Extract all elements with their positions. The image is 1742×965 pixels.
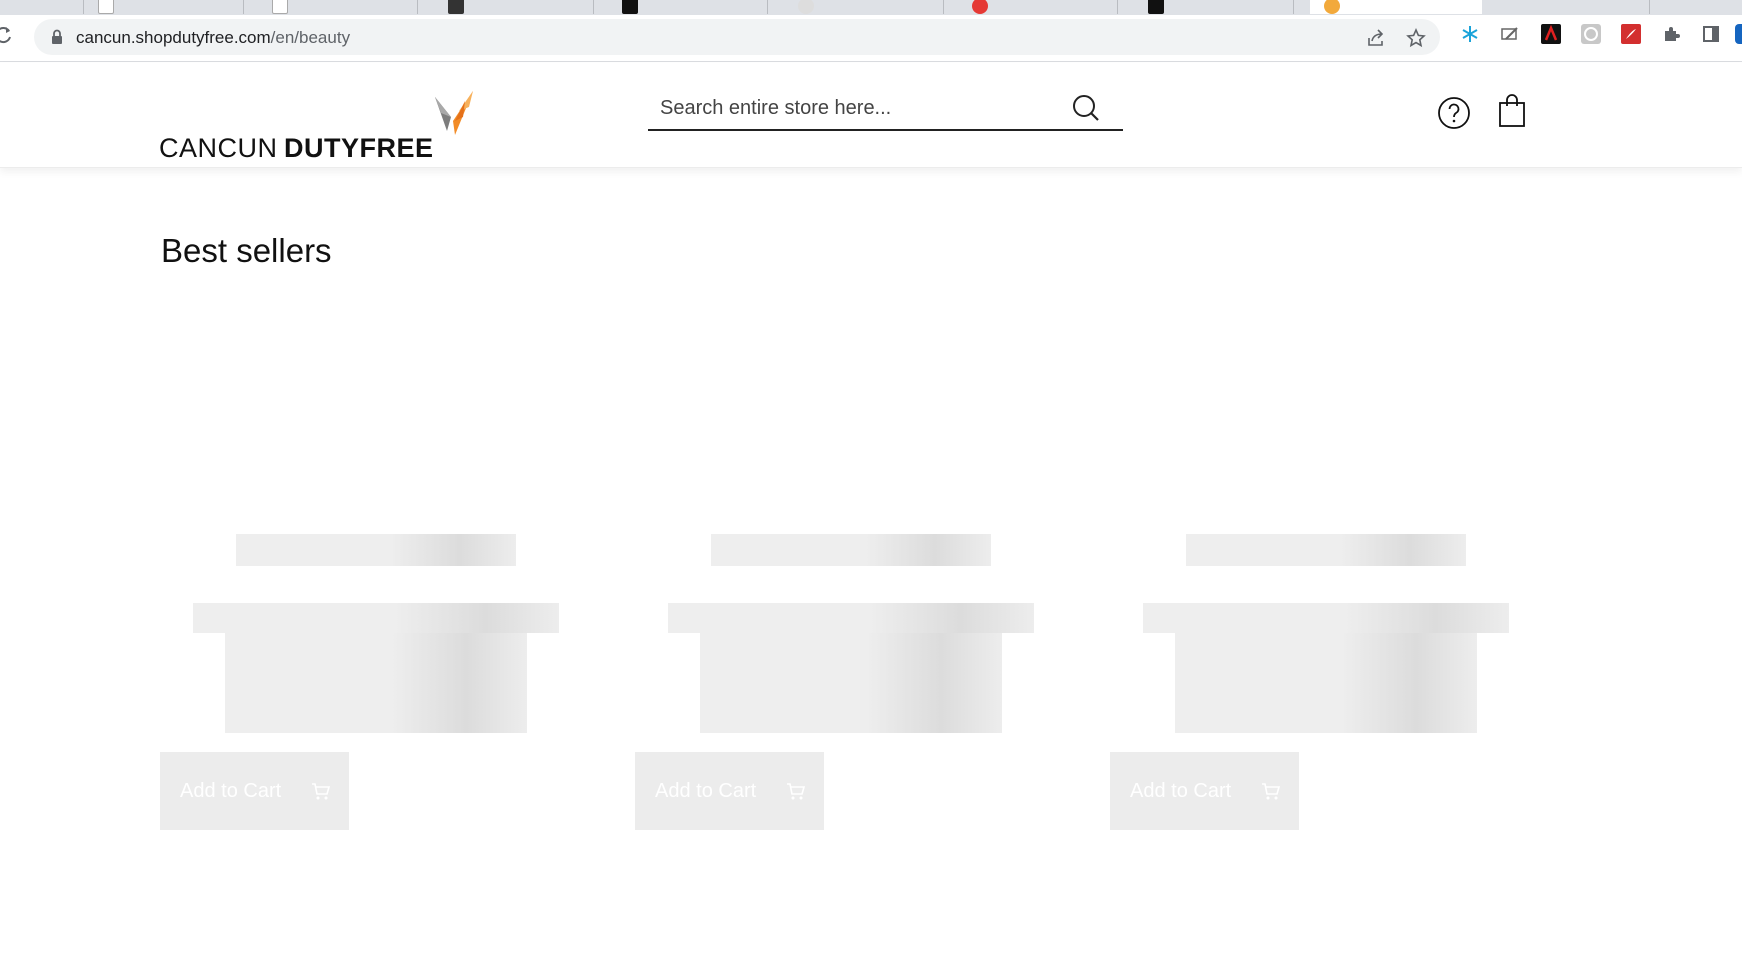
extension-snowflake-icon[interactable] [1460,24,1480,44]
browser-tab[interactable] [784,0,944,14]
browser-tab[interactable] [608,0,768,14]
reload-icon[interactable] [0,25,14,45]
extension-pdf-icon[interactable] [1621,24,1641,44]
extension-adobe-icon[interactable] [1541,24,1561,44]
tab-favicon [1324,0,1340,14]
browser-tab[interactable] [958,0,1118,14]
skeleton-line [711,534,991,566]
product-card-loading: Add to Cart [635,530,1034,830]
search-input[interactable] [660,93,1060,123]
cart-icon [311,781,331,801]
butterfly-logo-icon [433,91,475,137]
tab-favicon [98,0,114,14]
product-card-loading: Add to Cart [160,530,559,830]
lock-icon[interactable] [48,28,66,46]
tab-favicon [798,0,814,14]
profile-avatar[interactable] [1733,24,1742,44]
product-card-loading: Add to Cart [1110,530,1509,830]
browser-tab[interactable] [0,0,84,14]
search-icon[interactable] [1071,93,1101,123]
browser-tab-active[interactable] [1310,0,1482,14]
shopping-bag-icon[interactable] [1497,94,1527,128]
browser-tab[interactable] [434,0,594,14]
site-logo[interactable]: CANCUN DUTYFREE [159,91,479,162]
tab-favicon [272,0,288,14]
add-to-cart-label: Add to Cart [655,779,757,802]
browser-tab[interactable] [1134,0,1294,14]
extension-pen-icon[interactable] [1500,24,1520,44]
tab-favicon [1148,0,1164,14]
search-bar [648,87,1123,131]
add-to-cart-button[interactable]: Add to Cart [635,752,824,830]
help-icon[interactable] [1437,96,1471,130]
share-icon[interactable] [1366,28,1386,48]
browser-tab[interactable] [258,0,418,14]
address-bar[interactable]: cancun.shopdutyfree.com/en/beauty [34,19,1440,55]
logo-text-bold: DUTYFREE [284,133,434,163]
browser-tab[interactable] [1490,0,1650,14]
skeleton-line [1143,603,1509,633]
browser-tab-strip [0,0,1742,15]
add-to-cart-label: Add to Cart [180,779,282,802]
browser-toolbar: cancun.shopdutyfree.com/en/beauty [0,15,1742,62]
bookmark-star-icon[interactable] [1406,28,1426,48]
skeleton-line [668,603,1034,633]
skeleton-block [1175,633,1477,733]
section-title: Best sellers [161,232,332,269]
tab-favicon [622,0,638,14]
skeleton-block [225,633,527,733]
skeleton-line [236,534,516,566]
skeleton-line [1186,534,1466,566]
skeleton-line [193,603,559,633]
extensions-puzzle-icon[interactable] [1661,24,1681,44]
logo-text-light: CANCUN [159,133,278,163]
tab-favicon [448,0,464,14]
add-to-cart-label: Add to Cart [1130,779,1232,802]
add-to-cart-button[interactable]: Add to Cart [160,752,349,830]
browser-tab[interactable] [84,0,244,14]
extension-circle-icon[interactable] [1581,24,1601,44]
skeleton-block [700,633,1002,733]
cart-icon [786,781,806,801]
side-panel-icon[interactable] [1701,24,1721,44]
tab-favicon [972,0,988,14]
cart-icon [1261,781,1281,801]
address-url: cancun.shopdutyfree.com/en/beauty [76,28,351,47]
site-header: CANCUN DUTYFREE [0,63,1742,168]
add-to-cart-button[interactable]: Add to Cart [1110,752,1299,830]
